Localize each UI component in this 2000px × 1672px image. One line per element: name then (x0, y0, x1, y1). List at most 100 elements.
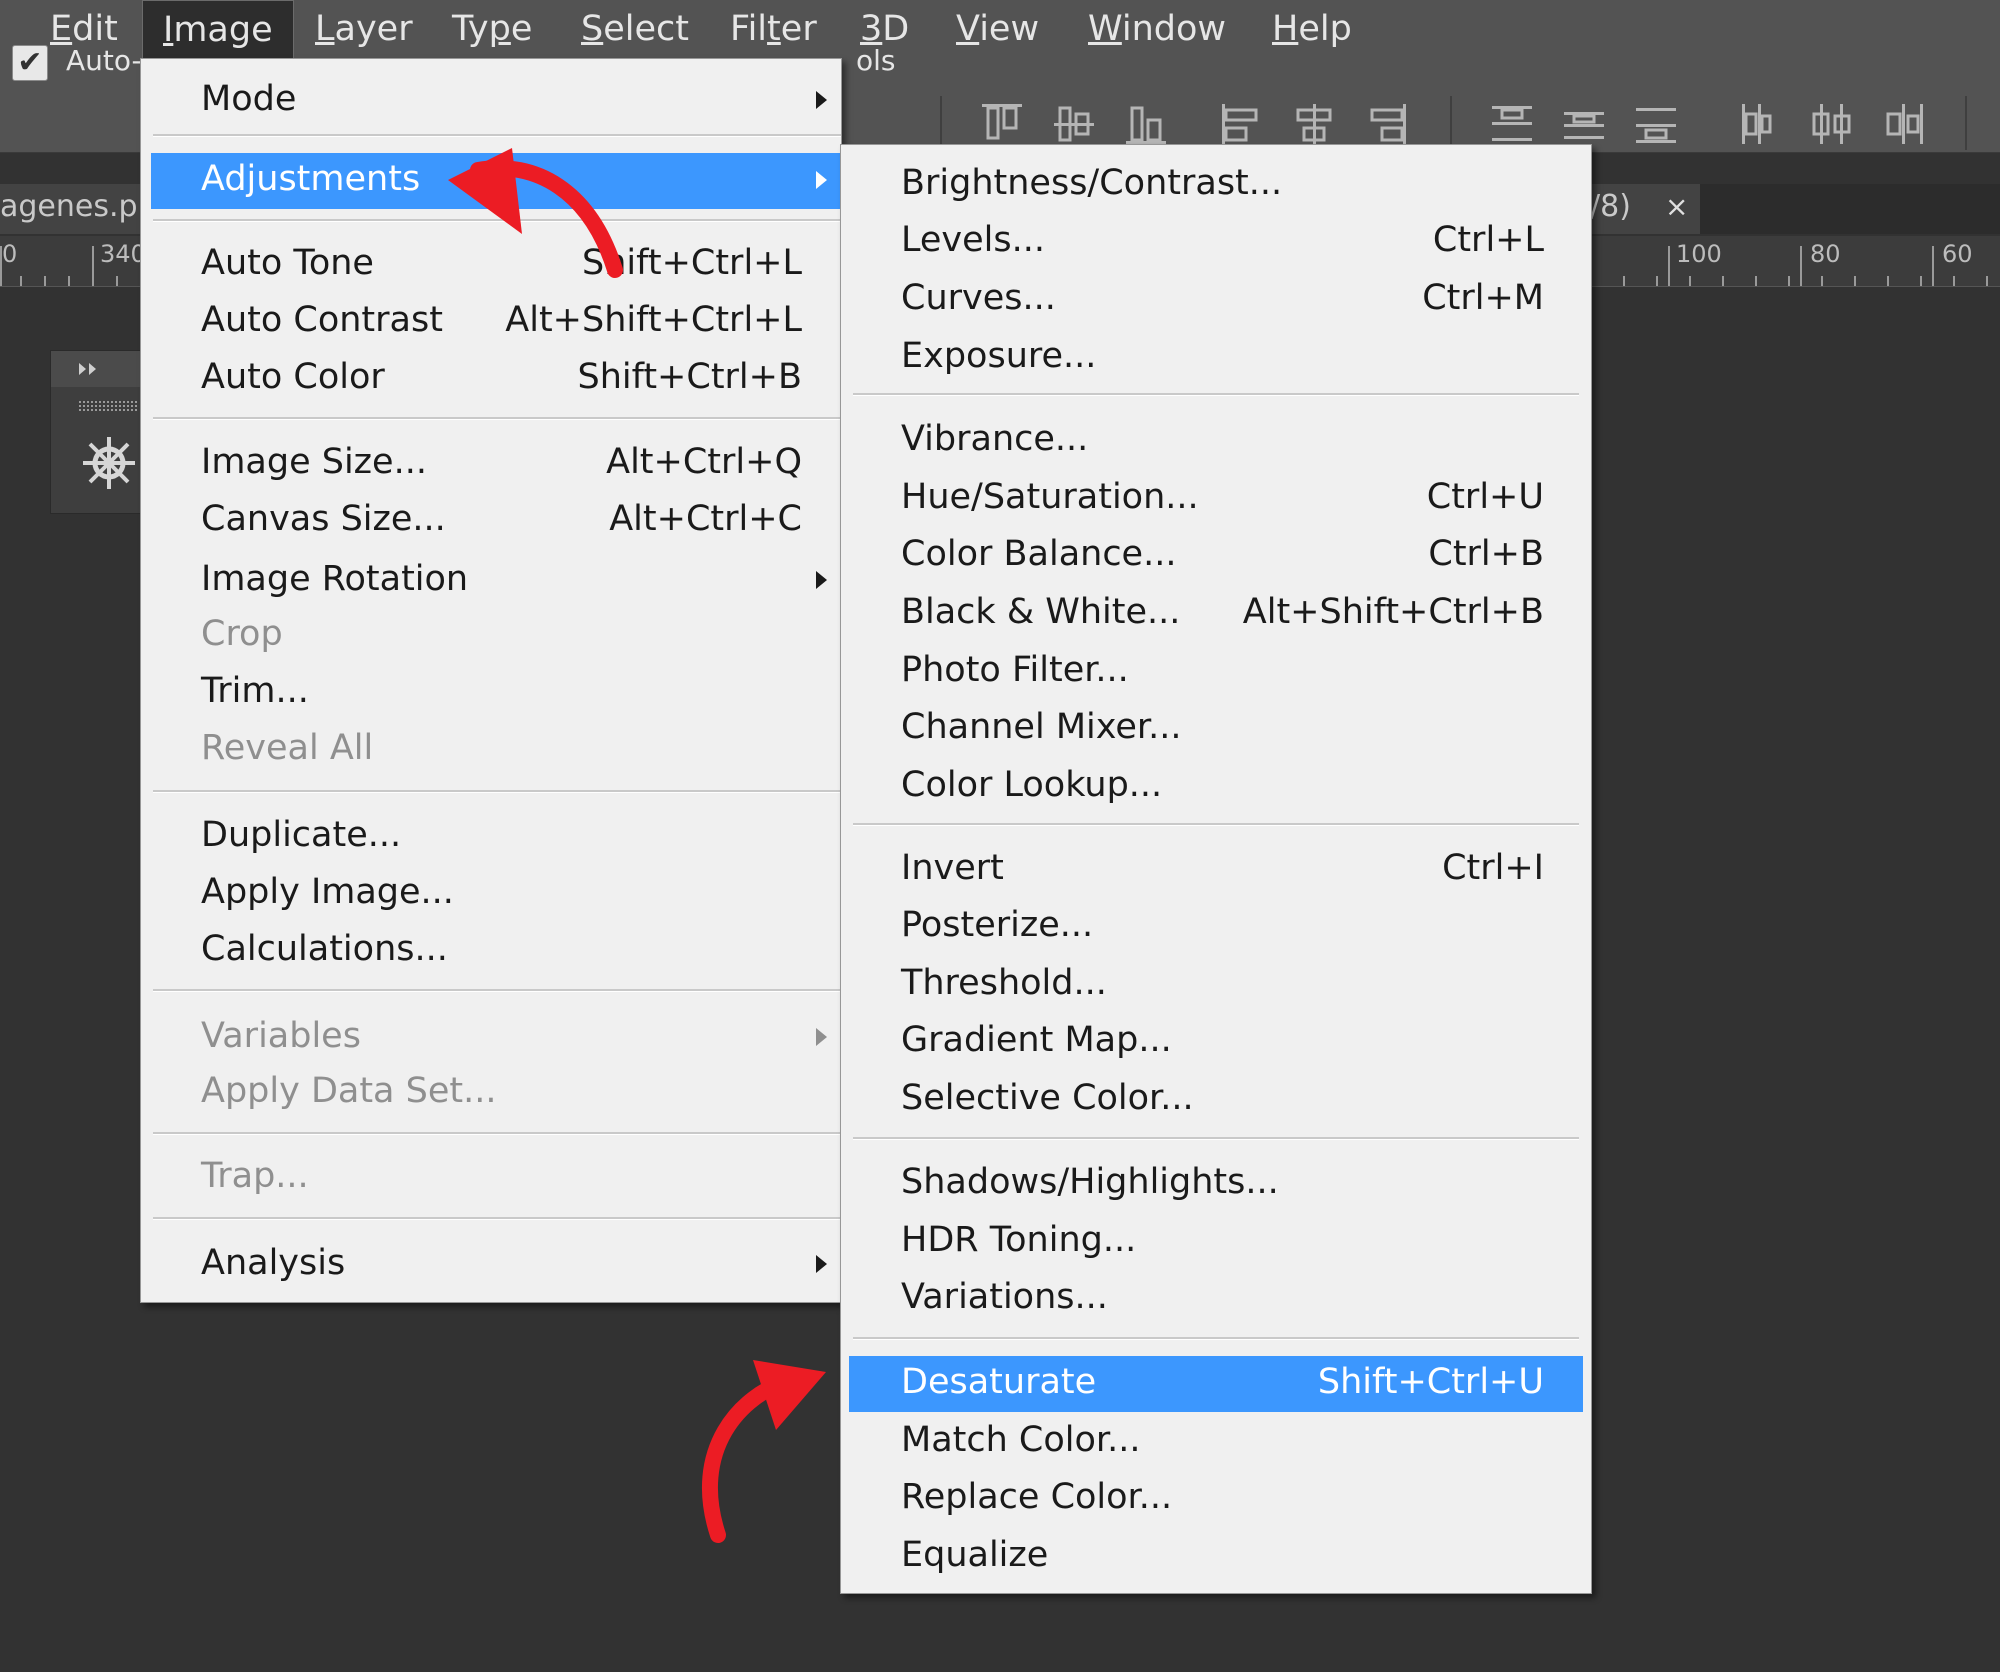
menu-item-shortcut: Shift+Ctrl+U (1317, 1362, 1544, 1402)
menu-item-image-size[interactable]: Image Size... Alt+Ctrl+Q (141, 436, 841, 492)
ruler-tick (1668, 246, 1670, 286)
menu-item-label: Desaturate (901, 1362, 1097, 1402)
menu-item-label: Image Rotation (201, 559, 469, 599)
align-top-edges-icon[interactable] (980, 102, 1024, 146)
menu-item-variables: Variables (141, 1010, 841, 1066)
menu-item-duplicate[interactable]: Duplicate... (141, 809, 841, 865)
distribute-bottom-edges-icon[interactable] (1634, 102, 1678, 146)
submenu-arrow-icon (816, 1255, 827, 1273)
menu-type[interactable]: Type (432, 0, 552, 60)
menu-item-gradient-map[interactable]: Gradient Map... (841, 1014, 1591, 1070)
menu-separator (153, 134, 841, 137)
distribute-right-edges-icon[interactable] (1882, 102, 1926, 146)
close-icon[interactable]: × (1665, 184, 1688, 230)
submenu-arrow-icon (816, 171, 827, 189)
menu-window[interactable]: Window (1068, 0, 1246, 60)
menu-separator (153, 790, 841, 793)
menu-item-variations[interactable]: Variations... (841, 1271, 1591, 1327)
menu-item-calculations[interactable]: Calculations... (141, 923, 841, 979)
distribute-left-edges-icon[interactable] (1738, 102, 1782, 146)
menu-item-auto-color[interactable]: Auto Color Shift+Ctrl+B (141, 351, 841, 407)
toolbar-separator (1450, 96, 1452, 150)
menu-item-brightness-contrast[interactable]: Brightness/Contrast... (841, 157, 1591, 213)
menu-help[interactable]: Help (1252, 0, 1372, 60)
menu-item-auto-contrast[interactable]: Auto Contrast Alt+Shift+Ctrl+L (141, 294, 841, 350)
menu-item-replace-color[interactable]: Replace Color... (841, 1471, 1591, 1527)
distribute-horizontal-centers-icon[interactable] (1810, 102, 1854, 146)
submenu-arrow-icon (816, 1028, 827, 1046)
menu-item-label: Equalize (901, 1535, 1049, 1575)
menu-item-levels[interactable]: Levels... Ctrl+L (841, 214, 1591, 270)
menu-item-label: Image Size... (201, 442, 427, 482)
menu-item-label: Canvas Size... (201, 499, 446, 539)
menu-item-label: Black & White... (901, 592, 1181, 632)
ruler-label: 60 (1942, 240, 1973, 268)
expand-panel-icon[interactable] (77, 361, 103, 377)
menu-item-black-white[interactable]: Black & White... Alt+Shift+Ctrl+B (841, 586, 1591, 642)
menu-item-invert[interactable]: Invert Ctrl+I (841, 842, 1591, 898)
align-right-edges-icon[interactable] (1364, 102, 1408, 146)
menu-item-label: Channel Mixer... (901, 707, 1182, 747)
align-left-edges-icon[interactable] (1220, 102, 1264, 146)
menu-separator (853, 823, 1579, 826)
menu-separator (153, 989, 841, 992)
menu-item-label: Exposure... (901, 336, 1097, 376)
menu-item-label: Levels... (901, 220, 1045, 260)
wheel-icon[interactable] (81, 435, 137, 491)
distribute-top-edges-icon[interactable] (1490, 102, 1534, 146)
ruler-tick (68, 276, 70, 286)
menu-item-match-color[interactable]: Match Color... (841, 1414, 1591, 1470)
menu-item-threshold[interactable]: Threshold... (841, 957, 1591, 1013)
menu-item-selective-color[interactable]: Selective Color... (841, 1072, 1591, 1128)
menu-item-color-lookup[interactable]: Color Lookup... (841, 759, 1591, 815)
menu-filter[interactable]: Filter (710, 0, 837, 60)
document-tab[interactable]: agenes.p (0, 184, 150, 234)
document-tab-title: /8) (1590, 189, 1631, 224)
ruler-label: 80 (1810, 240, 1841, 268)
menu-view[interactable]: View (936, 0, 1059, 60)
ruler-label: 0 (2, 240, 18, 268)
menu-item-hdr-toning[interactable]: HDR Toning... (841, 1214, 1591, 1270)
grip-icon[interactable] (79, 401, 139, 411)
menu-item-color-balance[interactable]: Color Balance... Ctrl+B (841, 528, 1591, 584)
menu-item-mode[interactable]: Mode (141, 73, 841, 129)
menu-item-label: Color Lookup... (901, 765, 1163, 805)
menu-item-equalize[interactable]: Equalize (841, 1529, 1591, 1585)
align-bottom-edges-icon[interactable] (1124, 102, 1168, 146)
menu-select[interactable]: Select (561, 0, 709, 60)
menu-layer[interactable]: Layer (295, 0, 433, 60)
align-horizontal-centers-icon[interactable] (1292, 102, 1336, 146)
menu-item-label: Match Color... (901, 1420, 1141, 1460)
menu-item-label: Mode (201, 79, 297, 119)
menu-item-shadows-highlights[interactable]: Shadows/Highlights... (841, 1156, 1591, 1212)
menu-item-image-rotation[interactable]: Image Rotation (141, 553, 841, 609)
distribute-vertical-centers-icon[interactable] (1562, 102, 1606, 146)
align-vertical-centers-icon[interactable] (1052, 102, 1096, 146)
menu-item-label: Hue/Saturation... (901, 477, 1199, 517)
ruler-tick (1623, 276, 1625, 286)
menu-item-curves[interactable]: Curves... Ctrl+M (841, 272, 1591, 328)
menu-item-adjustments[interactable]: Adjustments (151, 153, 841, 209)
menu-item-desaturate[interactable]: Desaturate Shift+Ctrl+U (849, 1356, 1583, 1412)
auto-select-checkbox[interactable]: ✔ (12, 45, 48, 81)
menu-item-label: Auto Contrast (201, 300, 443, 340)
menu-item-label: Auto Color (201, 357, 385, 397)
ruler-tick (1953, 276, 1955, 286)
menu-item-trim[interactable]: Trim... (141, 665, 841, 721)
menu-item-vibrance[interactable]: Vibrance... (841, 413, 1591, 469)
menu-item-exposure[interactable]: Exposure... (841, 330, 1591, 386)
menu-item-label: Vibrance... (901, 419, 1089, 459)
ruler-tick (1854, 276, 1856, 286)
menu-item-hue-saturation[interactable]: Hue/Saturation... Ctrl+U (841, 471, 1591, 527)
menu-item-photo-filter[interactable]: Photo Filter... (841, 644, 1591, 700)
submenu-arrow-icon (816, 91, 827, 109)
menu-item-auto-tone[interactable]: Auto Tone Shift+Ctrl+L (141, 237, 841, 293)
menu-item-posterize[interactable]: Posterize... (841, 899, 1591, 955)
menu-item-apply-image[interactable]: Apply Image... (141, 866, 841, 922)
menu-item-shortcut: Ctrl+I (1442, 848, 1544, 888)
menu-item-canvas-size[interactable]: Canvas Size... Alt+Ctrl+C (141, 493, 841, 549)
menu-item-analysis[interactable]: Analysis (141, 1237, 841, 1293)
menu-image[interactable]: Image (142, 0, 294, 61)
menu-item-channel-mixer[interactable]: Channel Mixer... (841, 701, 1591, 757)
menu-item-label: Replace Color... (901, 1477, 1173, 1517)
